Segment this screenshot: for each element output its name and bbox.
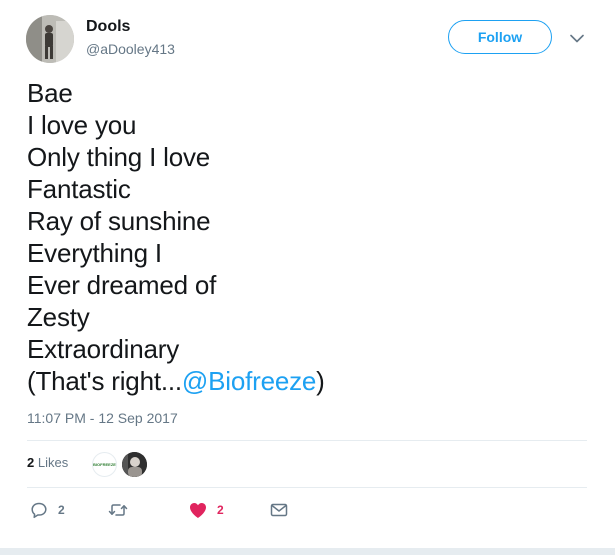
reply-icon: [31, 502, 47, 519]
liker-avatar[interactable]: BIOFREEZE: [92, 452, 117, 477]
likes-label: Likes: [37, 455, 69, 470]
retweet-icon: [108, 504, 128, 516]
like-button[interactable]: 2: [189, 500, 224, 520]
author-avatar[interactable]: [26, 15, 74, 63]
tweet-text: Bae I love you Only thing I love Fantast…: [27, 77, 587, 397]
tweet-text-prefix: (That's right...: [27, 366, 182, 396]
tweet-text-line: Fantastic: [27, 174, 131, 204]
reply-button[interactable]: 2: [30, 500, 65, 520]
heart-icon: [190, 502, 206, 518]
tweet-text-line: Only thing I love: [27, 142, 211, 172]
tweet-menu-button[interactable]: [568, 29, 586, 47]
tweet-text-line: I love you: [27, 110, 137, 140]
profile-photo-icon: [26, 15, 74, 63]
liker-avatar[interactable]: [122, 452, 147, 477]
profile-photo-icon: [122, 452, 147, 477]
like-count: 2: [217, 503, 224, 517]
tweet-text-suffix: ): [316, 366, 325, 396]
tweet-text-line: Everything I: [27, 238, 162, 268]
author-display-name[interactable]: Dools: [86, 18, 130, 36]
tweet-card: Dools @aDooley413 Follow Bae I love you …: [0, 0, 615, 548]
tweet-text-last-line: (That's right...@Biofreeze): [27, 365, 587, 397]
author-handle[interactable]: @aDooley413: [86, 41, 175, 57]
tweet-text-line: Ever dreamed of: [27, 270, 217, 300]
chevron-down-icon: [570, 34, 584, 42]
retweet-button[interactable]: [108, 500, 138, 520]
reply-count: 2: [58, 503, 65, 517]
follow-button[interactable]: Follow: [448, 20, 552, 54]
direct-message-button[interactable]: [270, 500, 288, 520]
divider: [27, 487, 587, 488]
tweet-text-line: Bae: [27, 78, 73, 108]
divider: [27, 440, 587, 441]
tweet-text-line: Zesty: [27, 302, 90, 332]
likes-summary[interactable]: 2 Likes: [27, 455, 68, 470]
mention-link[interactable]: @Biofreeze: [182, 366, 316, 396]
tweet-text-line: Ray of sunshine: [27, 206, 211, 236]
envelope-icon: [270, 503, 288, 517]
tweet-text-line: Extraordinary: [27, 334, 180, 364]
tweet-timestamp[interactable]: 11:07 PM - 12 Sep 2017: [27, 410, 178, 426]
liker-logo-text: BIOFREEZE: [93, 462, 116, 467]
likes-count: 2: [27, 455, 35, 470]
bottom-strip: [0, 548, 615, 555]
